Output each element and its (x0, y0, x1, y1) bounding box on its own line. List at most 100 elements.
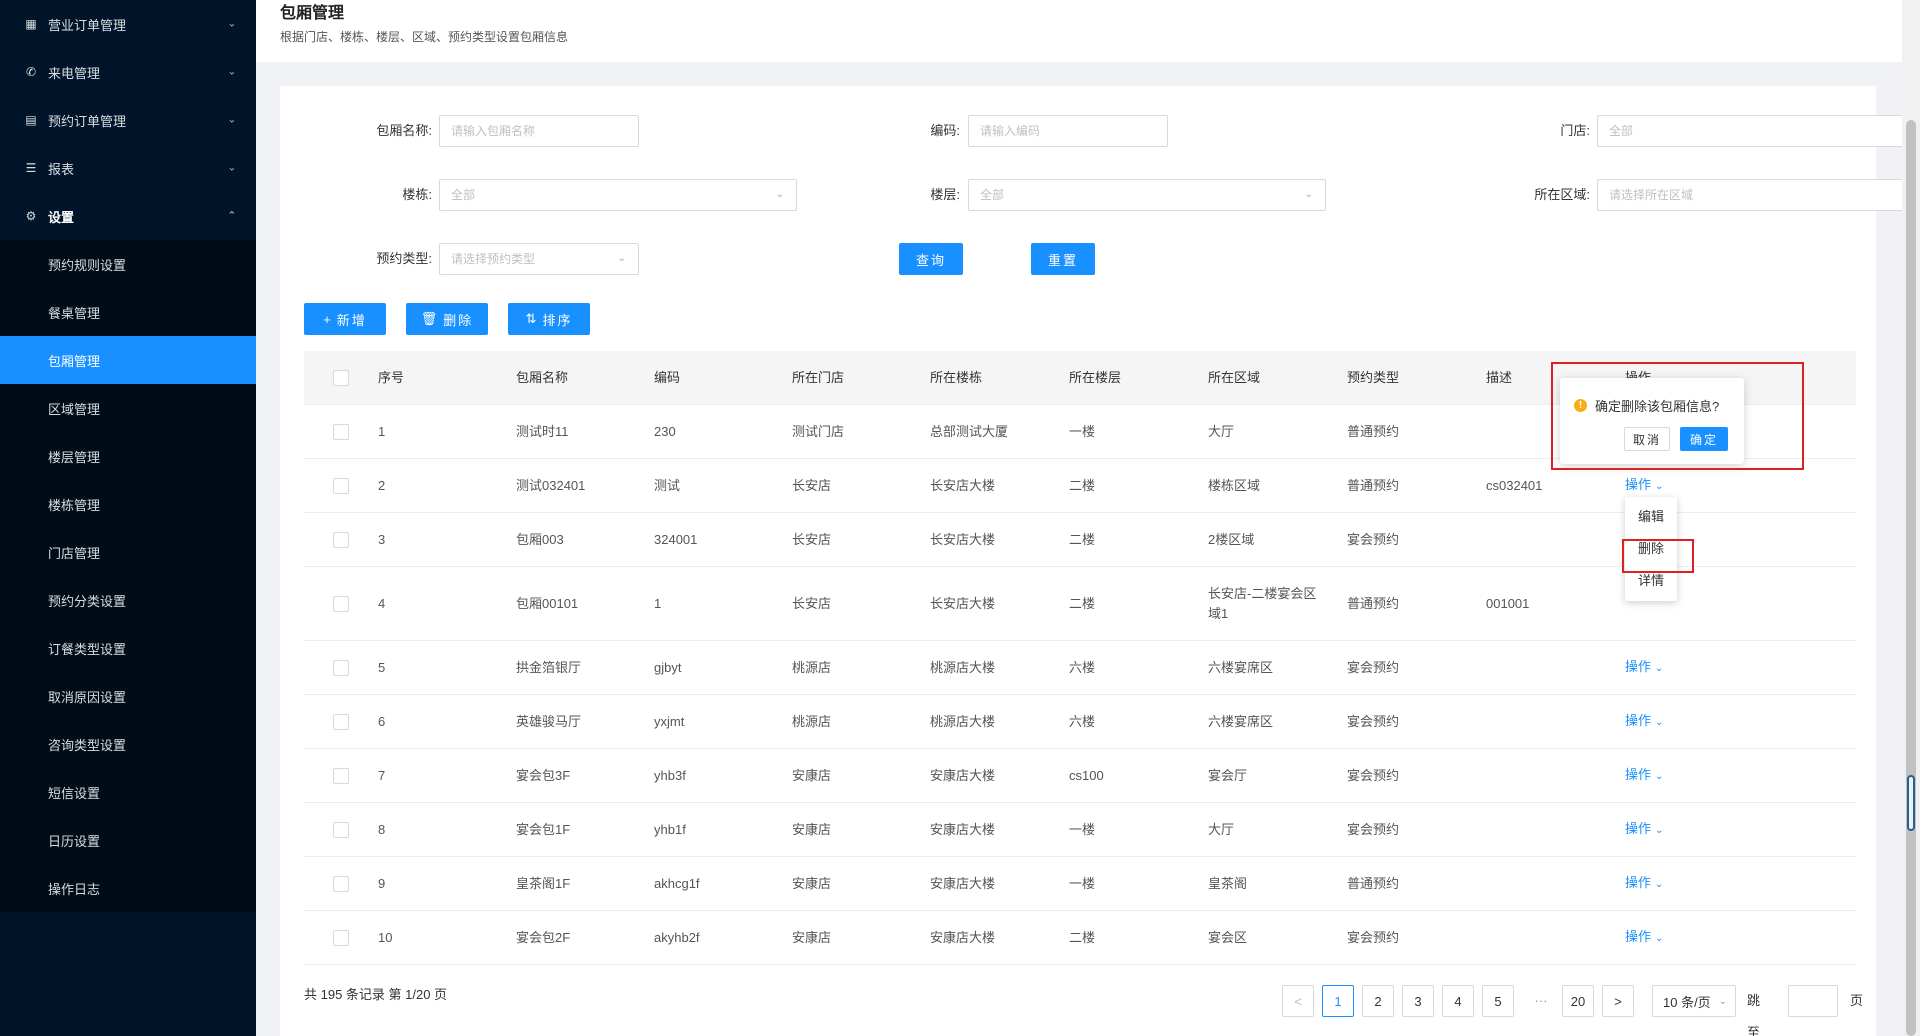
page-button[interactable]: 1 (1322, 985, 1354, 1017)
chevron-down-icon: ⌄ (1655, 824, 1664, 836)
submenu-item[interactable]: 咨询类型设置 (0, 720, 256, 768)
annotation-box-popconfirm (1551, 362, 1804, 470)
page-header: 包厢管理 根据门店、楼栋、楼层、区域、预约类型设置包厢信息 (256, 0, 1902, 62)
scrollbar-thumb[interactable] (1906, 120, 1916, 1036)
cell-no: 2 (378, 477, 386, 493)
submenu-item[interactable]: 区域管理 (0, 384, 256, 432)
menu-label: 设置 (48, 209, 75, 225)
column-header: 预约类型 (1347, 369, 1400, 385)
cell-store: 安康店 (792, 821, 832, 837)
column-header: 编码 (654, 369, 681, 385)
building-select[interactable]: 全部 ⌄ (439, 179, 797, 211)
type-select[interactable]: 请选择预约类型 ⌄ (439, 243, 639, 275)
row-checkbox[interactable] (333, 423, 349, 440)
menu-calls[interactable]: ✆ 来电管理 ⌄ (0, 48, 256, 96)
list-icon: ☰ (25, 161, 37, 175)
page-button[interactable]: 4 (1442, 985, 1474, 1017)
delete-button[interactable]: 🗑 删除 (406, 303, 488, 335)
row-checkbox[interactable] (333, 767, 349, 784)
prev-page-button[interactable]: < (1282, 985, 1314, 1017)
filter-row-1: 包厢名称: 请输入包厢名称 编码: 请输入编码 门店: 全部 ⌄ (280, 115, 1920, 147)
cell-floor: 一楼 (1069, 423, 1096, 439)
query-button[interactable]: 查询 (899, 243, 963, 275)
cell-op: 操作 ⌄ (1625, 819, 1775, 841)
row-checkbox[interactable] (333, 659, 349, 676)
op-link[interactable]: 操作 ⌄ (1625, 767, 1663, 782)
chevron-down-icon: ⌄ (227, 18, 236, 30)
submenu-item[interactable]: 日历设置 (0, 816, 256, 864)
sort-button[interactable]: ⇅ 排序 (508, 303, 590, 335)
page-button[interactable]: 3 (1402, 985, 1434, 1017)
cell-building: 长安店大楼 (930, 531, 996, 547)
page-button[interactable]: 5 (1482, 985, 1514, 1017)
submenu-item[interactable]: 取消原因设置 (0, 672, 256, 720)
row-checkbox[interactable] (333, 531, 349, 548)
code-input[interactable]: 请输入编码 (968, 115, 1168, 147)
menu-reservation-orders[interactable]: ▤ 预约订单管理 ⌄ (0, 96, 256, 144)
row-check-cell (304, 595, 378, 612)
op-link[interactable]: 操作 ⌄ (1625, 821, 1663, 836)
submenu-item[interactable]: 预约规则设置 (0, 240, 256, 288)
chevron-down-icon: ⌄ (227, 162, 236, 174)
op-link[interactable]: 操作 ⌄ (1625, 713, 1663, 728)
submenu-item[interactable]: 订餐类型设置 (0, 624, 256, 672)
submenu-item[interactable]: 餐桌管理 (0, 288, 256, 336)
submenu-item[interactable]: 楼栋管理 (0, 480, 256, 528)
cell-building: 桃源店大楼 (930, 659, 996, 675)
floor-select[interactable]: 全部 ⌄ (968, 179, 1326, 211)
submenu-item[interactable]: 楼层管理 (0, 432, 256, 480)
page-suffix: 页 (1850, 993, 1864, 1008)
op-link[interactable]: 操作 ⌄ (1625, 477, 1663, 492)
cell-area: 楼栋区域 (1208, 477, 1261, 493)
scrollbar-knob[interactable] (1907, 775, 1915, 831)
cell-store: 长安店 (792, 477, 832, 493)
menu-reports[interactable]: ☰ 报表 ⌄ (0, 144, 256, 192)
op-link[interactable]: 操作 ⌄ (1625, 875, 1663, 890)
submenu-item-active[interactable]: 包厢管理 (0, 336, 256, 384)
area-select[interactable]: 请选择所在区域 ⌄ (1597, 179, 1920, 211)
row-checkbox[interactable] (333, 821, 349, 838)
row-checkbox[interactable] (333, 929, 349, 946)
jump-input[interactable] (1788, 985, 1838, 1017)
pagination-ellipsis[interactable]: ··· (1527, 985, 1555, 1017)
page-button[interactable]: 2 (1362, 985, 1394, 1017)
edit-menu-item[interactable]: 编辑 (1625, 501, 1677, 533)
vertical-scrollbar[interactable] (1902, 0, 1920, 1036)
name-input[interactable]: 请输入包厢名称 (439, 115, 639, 147)
chevron-down-icon: ⌄ (227, 66, 236, 78)
cell-op: 操作 ⌄ (1625, 657, 1775, 679)
cell-code: akhcg1f (654, 875, 700, 891)
select-all-checkbox[interactable] (333, 369, 349, 386)
page-size-select[interactable]: 10 条/页 ⌄ (1652, 985, 1736, 1017)
row-checkbox[interactable] (333, 477, 349, 494)
store-select[interactable]: 全部 ⌄ (1597, 115, 1920, 147)
cell-area: 皇茶阁 (1208, 875, 1248, 891)
cell-floor: 二楼 (1069, 595, 1096, 611)
reset-button[interactable]: 重置 (1031, 243, 1095, 275)
submenu-item[interactable]: 门店管理 (0, 528, 256, 576)
row-checkbox[interactable] (333, 595, 349, 612)
op-link[interactable]: 操作 ⌄ (1625, 929, 1663, 944)
row-checkbox[interactable] (333, 875, 349, 892)
cell-type: 宴会预约 (1347, 713, 1400, 729)
submenu-item[interactable]: 预约分类设置 (0, 576, 256, 624)
submenu-item[interactable]: 短信设置 (0, 768, 256, 816)
cell-floor: 六楼 (1069, 713, 1096, 729)
menu-business-orders[interactable]: ▦ 营业订单管理 ⌄ (0, 0, 256, 48)
op-link-label: 操作 (1625, 820, 1652, 836)
op-link[interactable]: 操作 ⌄ (1625, 659, 1663, 674)
page-button[interactable]: 20 (1562, 985, 1594, 1017)
row-check-cell (304, 477, 378, 494)
submenu-item[interactable]: 操作日志 (0, 864, 256, 912)
menu-settings[interactable]: ⚙ 设置 ⌃ (0, 192, 256, 240)
op-link-label: 操作 (1625, 712, 1652, 728)
cell-no: 5 (378, 659, 386, 675)
cell-code: akyhb2f (654, 929, 700, 945)
cell-store: 安康店 (792, 875, 832, 891)
cell-code: gjbyt (654, 659, 682, 675)
next-page-button[interactable]: > (1602, 985, 1634, 1017)
floor-label: 楼层: (930, 187, 960, 202)
annotation-box-delete (1622, 539, 1694, 573)
row-checkbox[interactable] (333, 713, 349, 730)
add-button[interactable]: + 新增 (304, 303, 386, 335)
